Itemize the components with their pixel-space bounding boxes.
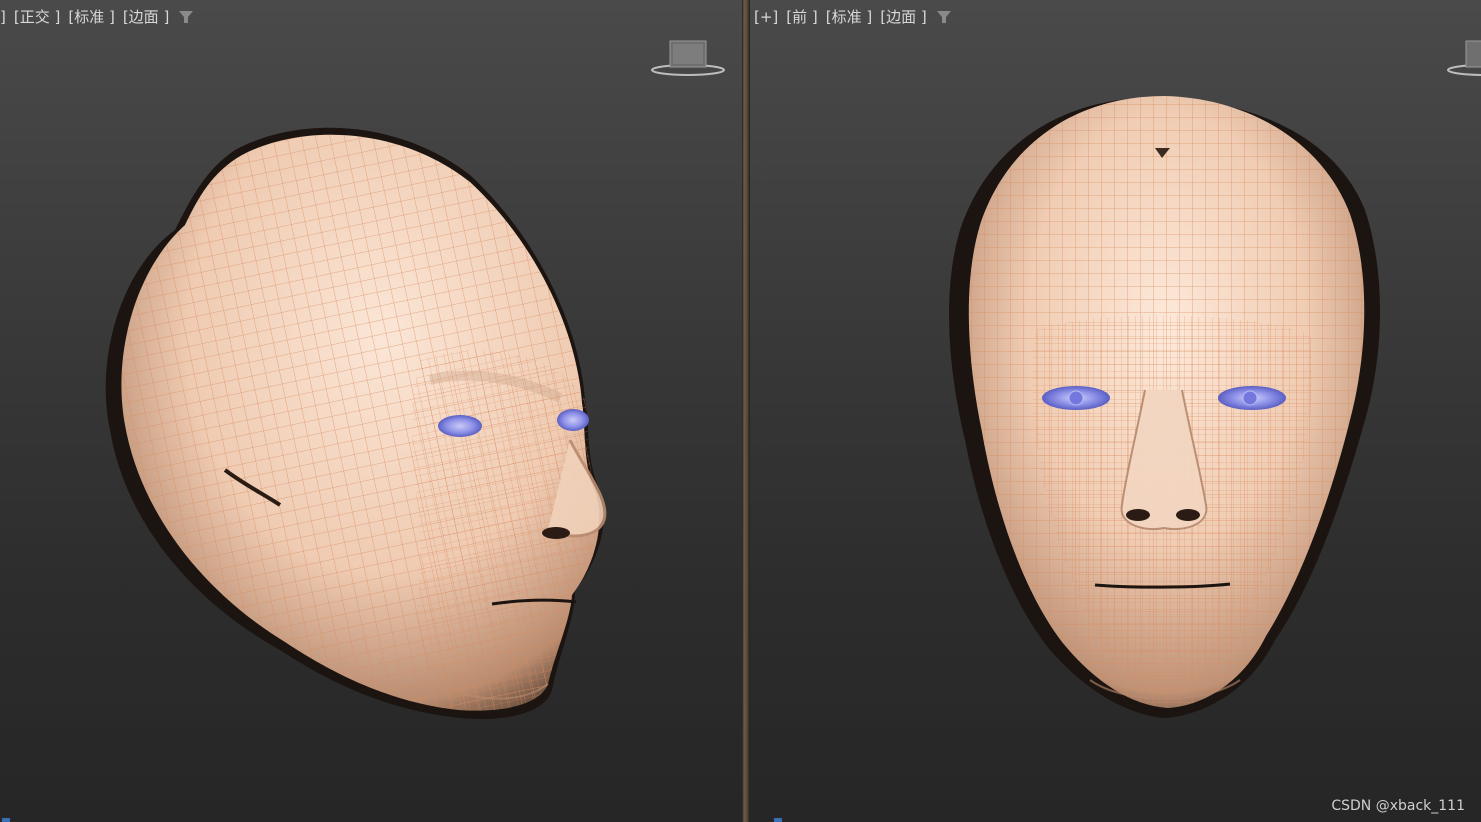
viewport-menu-edges[interactable]: [边面 ] xyxy=(880,6,926,27)
head-model-front[interactable] xyxy=(750,0,1481,822)
watermark-text: CSDN @xback_111 xyxy=(1331,798,1465,814)
viewport-divider[interactable] xyxy=(742,0,750,822)
viewport-menu-shading[interactable]: [标准 ] xyxy=(68,6,114,27)
axis-indicator xyxy=(774,818,782,822)
filter-icon[interactable] xyxy=(935,8,953,26)
viewport-orthographic[interactable]: ] [正交 ] [标准 ] [边面 ] xyxy=(0,0,742,822)
axis-indicator xyxy=(2,818,10,822)
viewport-menu-plus[interactable]: [+] xyxy=(754,8,778,26)
viewport-menu-view[interactable]: [前 ] xyxy=(786,6,817,27)
filter-icon[interactable] xyxy=(177,8,195,26)
app-window: ] [正交 ] [标准 ] [边面 ] [+] [前] [标准] [边面]… xyxy=(0,0,1481,822)
viewport-menu-shading[interactable]: [标准 ] xyxy=(826,6,872,27)
viewport-menu-plus[interactable]: ] xyxy=(0,8,6,26)
viewport-menu-view[interactable]: [正交 ] xyxy=(14,6,60,27)
viewport-front[interactable]: [+] [前 ] [标准 ] [边面 ] CSDN @xback_111 xyxy=(750,0,1481,822)
viewport-menu-edges[interactable]: [边面 ] xyxy=(123,6,169,27)
viewport-label-right: [+] [前 ] [标准 ] [边面 ] xyxy=(754,6,953,27)
viewcube-icon[interactable] xyxy=(648,38,728,78)
head-model-side[interactable] xyxy=(0,0,742,822)
viewport-label-left: ] [正交 ] [标准 ] [边面 ] xyxy=(0,6,195,27)
left-eye xyxy=(438,415,482,437)
viewcube-icon[interactable] xyxy=(1436,38,1481,78)
right-eye xyxy=(557,409,589,431)
